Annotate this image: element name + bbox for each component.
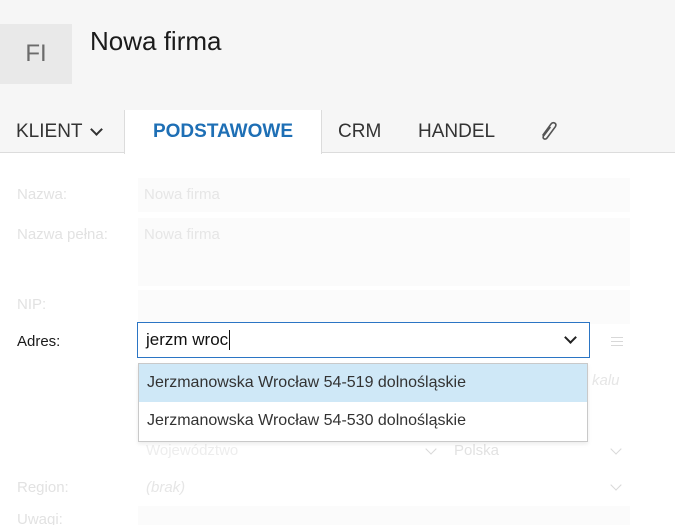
chevron-down-icon [610,479,622,491]
label-nip: NIP: [17,296,47,313]
nazwa-value: Nowa firma [144,186,220,203]
address-input-value: jerzm wroc [146,330,229,349]
record-header: FI Nowa firma [0,0,675,110]
label-region: Region: [17,479,69,496]
avatar: FI [0,24,72,84]
nazwa-pelna-field[interactable]: Nowa firma [138,218,630,286]
chevron-down-icon [610,443,622,455]
text-caret [229,330,231,350]
chevron-down-icon [89,122,103,136]
kraj-select[interactable]: Polska [454,442,499,459]
uwagi-field[interactable] [138,506,630,525]
lokal-hint: kalu [592,372,620,389]
menu-icon[interactable] [611,337,623,349]
tab-attachments[interactable] [537,110,559,153]
tab-handel-label: HANDEL [418,120,496,142]
wojewodztwo-select[interactable]: Województwo [146,442,238,459]
paperclip-icon [542,121,557,140]
suggestion-item[interactable]: Jerzmanowska Wrocław 54-519 dolnośląskie [139,364,587,402]
tab-klient[interactable]: KLIENT [16,110,103,153]
nip-field[interactable] [138,290,630,324]
tab-handel[interactable]: HANDEL [418,110,495,153]
page-title: Nowa firma [90,26,222,56]
nazwa-field[interactable]: Nowa firma [138,178,630,212]
tab-crm-label: CRM [338,120,382,142]
suggestion-item[interactable]: Jerzmanowska Wrocław 54-530 dolnośląskie [139,402,587,440]
label-uwagi: Uwagi: [17,511,63,525]
label-nazwa: Nazwa: [17,186,68,203]
tab-podstawowe-label: PODSTAWOWE [152,121,294,142]
nazwa-pelna-value: Nowa firma [144,226,220,243]
address-input[interactable]: jerzm wroc [137,322,590,358]
label-nazwa-pelna: Nazwa pełna: [17,226,108,243]
tab-crm[interactable]: CRM [338,110,381,153]
chevron-down-icon [425,443,437,455]
tab-bar: KLIENT PODSTAWOWE CRM HANDEL [0,110,675,154]
label-adres: Adres: [17,333,61,350]
tab-klient-label: KLIENT [16,120,83,142]
region-select[interactable]: (brak) [146,479,185,496]
tab-podstawowe[interactable]: PODSTAWOWE [124,110,322,154]
address-suggestions-dropdown: Jerzmanowska Wrocław 54-519 dolnośląskie… [138,363,588,442]
